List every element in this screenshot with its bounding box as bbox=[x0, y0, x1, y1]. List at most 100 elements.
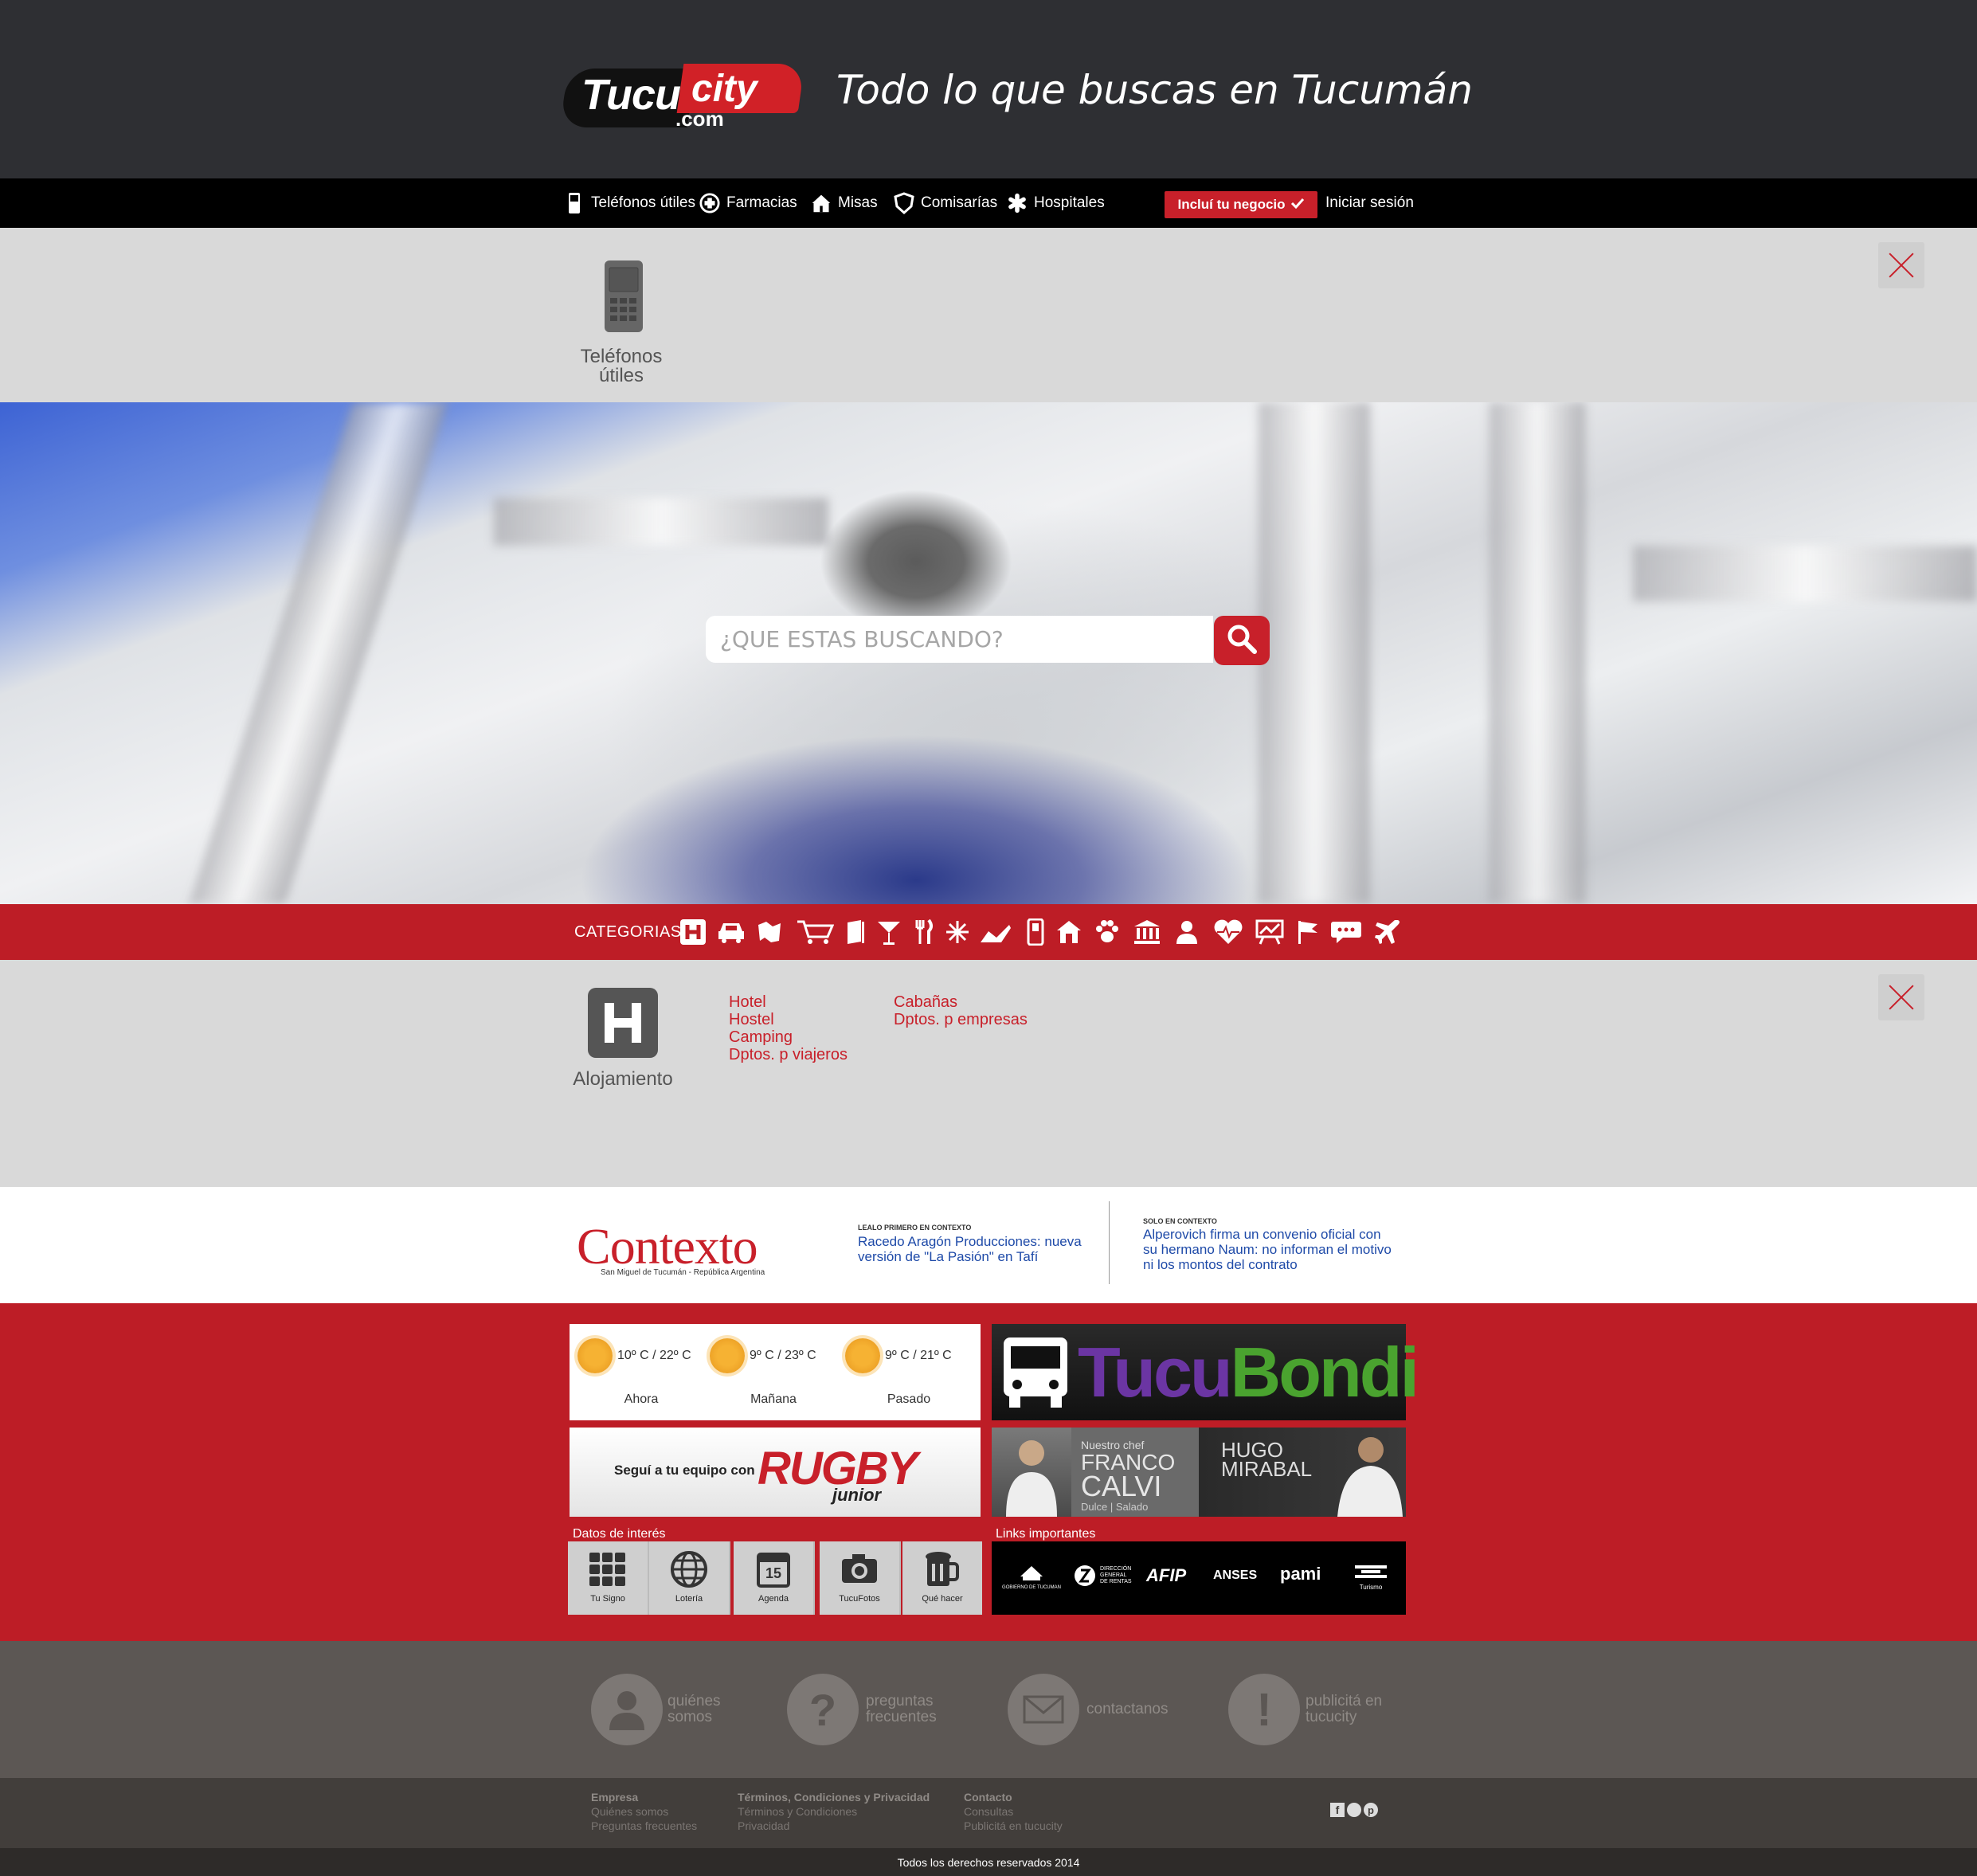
tucubondi-banner[interactable]: TucuBondi bbox=[992, 1324, 1419, 1420]
tile-que-hacer[interactable]: Qué hacer bbox=[902, 1541, 982, 1615]
phone-device-icon[interactable] bbox=[1021, 918, 1050, 946]
search-box bbox=[706, 616, 1213, 663]
nav-comisarias[interactable]: Comisarías bbox=[894, 178, 997, 228]
house-icon[interactable] bbox=[1055, 918, 1083, 946]
faq-icon[interactable]: ? bbox=[787, 1674, 859, 1745]
link-camping[interactable]: Camping bbox=[729, 1028, 793, 1046]
bank-icon[interactable] bbox=[1133, 918, 1161, 946]
camera-icon bbox=[840, 1549, 879, 1589]
login-link[interactable]: Iniciar sesión bbox=[1325, 178, 1414, 228]
gobierno-tucuman-logo[interactable]: GOBIERNO DE TUCUMAN bbox=[1000, 1565, 1063, 1590]
phones-label-line1: Teléfonos bbox=[580, 346, 663, 367]
about-us-icon[interactable] bbox=[591, 1674, 663, 1745]
close-accommodation-panel-button[interactable] bbox=[1878, 974, 1924, 1020]
pinterest-icon[interactable]: p bbox=[1364, 1803, 1378, 1817]
check-icon bbox=[1290, 197, 1305, 213]
nav-farmacias[interactable]: Farmacias bbox=[699, 178, 797, 228]
snowflake-icon[interactable] bbox=[943, 918, 972, 946]
rugby-banner[interactable]: Seguí a tu equipo con RUGBY junior bbox=[570, 1428, 981, 1517]
link-cabanas[interactable]: Cabañas bbox=[894, 993, 957, 1011]
flag-icon[interactable] bbox=[1294, 918, 1322, 946]
presentation-icon[interactable] bbox=[1255, 918, 1284, 946]
about-us-link[interactable]: quiénes somos bbox=[667, 1694, 721, 1725]
nav-telefonos[interactable]: Teléfonos útiles bbox=[564, 178, 695, 228]
weather-now-temp: 10º C / 22º C bbox=[617, 1349, 691, 1362]
link-dptos-empresas[interactable]: Dptos. p empresas bbox=[894, 1011, 1028, 1028]
news2-link[interactable]: Alperovich firma un convenio oficial con… bbox=[1143, 1227, 1398, 1272]
search-input[interactable] bbox=[706, 616, 1213, 663]
chat-icon[interactable] bbox=[1330, 918, 1362, 946]
cutlery-icon[interactable] bbox=[910, 918, 938, 946]
news2-kicker: SOLO EN CONTEXTO bbox=[1143, 1217, 1217, 1225]
sun-cloud-icon bbox=[577, 1338, 613, 1373]
afip-logo[interactable]: AFIP bbox=[1146, 1565, 1186, 1586]
facebook-icon[interactable]: f bbox=[1330, 1803, 1345, 1817]
footer-link-publicita[interactable]: Publicitá en tucucity bbox=[964, 1819, 1063, 1832]
top-nav: Teléfonos útiles Farmacias Misas Comisar… bbox=[0, 178, 1977, 228]
widgets-zone bbox=[0, 1303, 1977, 1641]
tile-tucufotos[interactable]: TucuFotos bbox=[820, 1541, 901, 1615]
nav-misas[interactable]: Misas bbox=[811, 178, 878, 228]
tile-label: Tu Signo bbox=[590, 1594, 625, 1604]
rugby-logo-sub: junior bbox=[832, 1485, 882, 1505]
map-icon[interactable] bbox=[755, 918, 784, 946]
tile-label: Qué hacer bbox=[922, 1594, 963, 1604]
footer-link-consultas[interactable]: Consultas bbox=[964, 1805, 1013, 1818]
chef-hugo-banner[interactable]: HUGO MIRABAL bbox=[1199, 1428, 1406, 1517]
include-business-button[interactable]: Incluí tu negocio bbox=[1165, 191, 1317, 218]
contexto-banner: Contexto San Miguel de Tucumán - Repúbli… bbox=[0, 1187, 1977, 1303]
footer-link-terminos[interactable]: Términos y Condiciones bbox=[738, 1805, 857, 1818]
exclamation-icon[interactable]: ! bbox=[1228, 1674, 1300, 1745]
footer-link-quienes[interactable]: Quiénes somos bbox=[591, 1805, 668, 1818]
tile-loteria[interactable]: Lotería bbox=[649, 1541, 730, 1615]
tile-label: Lotería bbox=[675, 1594, 703, 1604]
weather-tomorrow-day: Mañana bbox=[750, 1392, 797, 1406]
envelope-icon[interactable] bbox=[1008, 1674, 1079, 1745]
cart-icon[interactable] bbox=[795, 918, 835, 946]
advertise-link[interactable]: publicitá en tucucity bbox=[1306, 1694, 1382, 1725]
chef-franco-banner[interactable]: Nuestro chef FRANCO CALVI Dulce | Salado bbox=[992, 1428, 1199, 1517]
agenda-day: 15 bbox=[765, 1565, 782, 1581]
news1-link[interactable]: Racedo Aragón Producciones: nueva versió… bbox=[858, 1234, 1097, 1264]
tile-tu-signo[interactable]: Tu Signo bbox=[568, 1541, 649, 1615]
twitter-icon[interactable] bbox=[1347, 1803, 1361, 1817]
car-icon[interactable] bbox=[717, 918, 746, 946]
link-dptos-viajeros[interactable]: Dptos. p viajeros bbox=[729, 1046, 848, 1063]
nav-hospitales[interactable]: Hospitales bbox=[1007, 178, 1105, 228]
link-hotel[interactable]: Hotel bbox=[729, 993, 766, 1011]
footer-link-privacidad[interactable]: Privacidad bbox=[738, 1819, 789, 1832]
contact-link[interactable]: contactanos bbox=[1086, 1702, 1168, 1717]
weather-widget[interactable]: 10º C / 22º C Ahora 9º C / 23º C Mañana … bbox=[570, 1324, 981, 1420]
mobile-phone-icon[interactable] bbox=[604, 260, 644, 333]
link-hostel[interactable]: Hostel bbox=[729, 1011, 774, 1028]
weather-now: 10º C / 22º C Ahora bbox=[577, 1338, 705, 1407]
book-icon[interactable] bbox=[841, 918, 870, 946]
tile-agenda[interactable]: 15 Agenda bbox=[734, 1541, 815, 1615]
footer-link-preguntas[interactable]: Preguntas frecuentes bbox=[591, 1819, 697, 1832]
tucubondi-logo: TucuBondi bbox=[1078, 1333, 1419, 1412]
categories-bar: CATEGORIAS bbox=[0, 904, 1977, 960]
paw-icon[interactable] bbox=[1093, 918, 1122, 946]
search-button[interactable] bbox=[1214, 616, 1270, 665]
hotel-icon[interactable] bbox=[679, 918, 707, 946]
include-business-label: Incluí tu negocio bbox=[1177, 197, 1286, 212]
search-icon bbox=[1226, 623, 1258, 659]
contexto-logo[interactable]: Contexto bbox=[577, 1217, 758, 1276]
sun-icon bbox=[710, 1338, 745, 1373]
site-logo[interactable]: Tucu city .com bbox=[559, 62, 805, 131]
pami-logo[interactable]: pami bbox=[1280, 1564, 1321, 1584]
person-icon[interactable] bbox=[1172, 918, 1201, 946]
faq-link[interactable]: preguntas frecuentes bbox=[866, 1694, 937, 1725]
heart-icon[interactable] bbox=[1212, 918, 1244, 946]
hotel-big-icon[interactable] bbox=[587, 987, 659, 1059]
plane-icon[interactable] bbox=[1373, 918, 1402, 946]
anses-logo[interactable]: ANSES bbox=[1213, 1569, 1257, 1583]
links-title: Links importantes bbox=[996, 1527, 1096, 1541]
shoe-icon[interactable] bbox=[978, 918, 1013, 946]
close-phones-panel-button[interactable] bbox=[1878, 242, 1924, 288]
weather-tomorrow-temp: 9º C / 23º C bbox=[750, 1349, 816, 1362]
turismo-logo[interactable]: Turismo bbox=[1355, 1564, 1387, 1591]
footer-col3-title: Contacto bbox=[964, 1791, 1012, 1804]
rentas-logo[interactable]: DIRECCIÓN GENERAL DE RENTAS bbox=[1073, 1564, 1137, 1588]
cocktail-icon[interactable] bbox=[875, 918, 903, 946]
